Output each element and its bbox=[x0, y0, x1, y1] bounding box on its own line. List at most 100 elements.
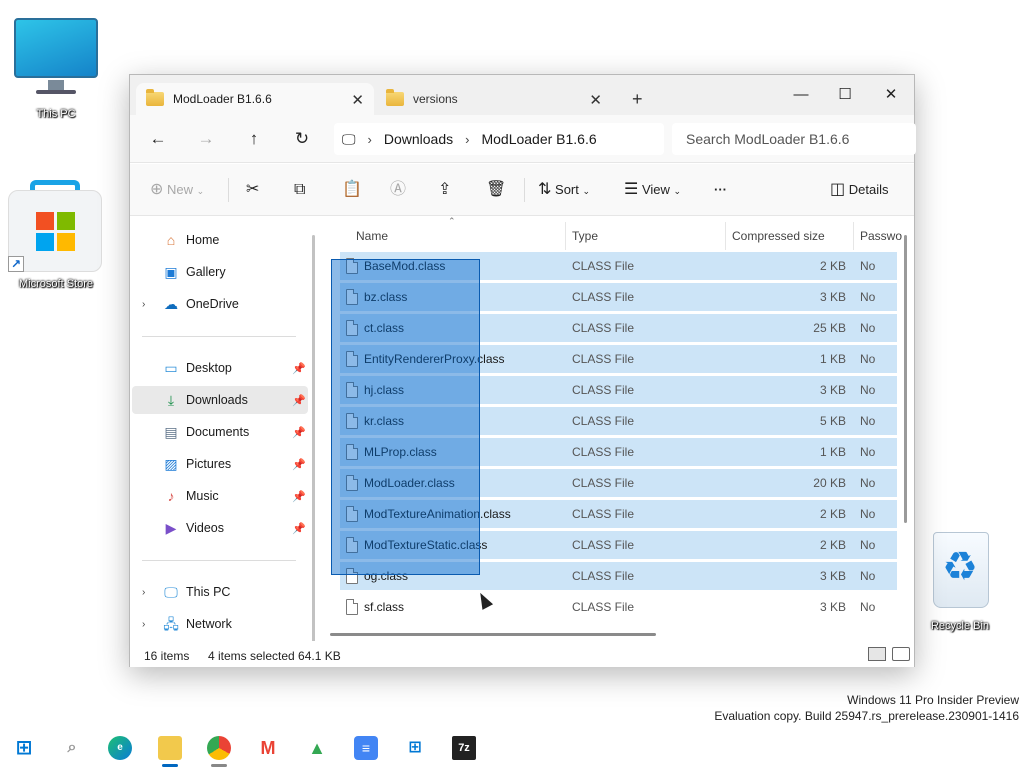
column-header-compressed-size[interactable]: Compressed size bbox=[732, 222, 825, 250]
search-icon[interactable]: ⌕ bbox=[60, 736, 84, 760]
file-explorer-icon[interactable] bbox=[158, 736, 182, 760]
store-icon[interactable]: ⊞ bbox=[403, 736, 427, 760]
item-count: 16 items bbox=[144, 649, 190, 663]
refresh-icon[interactable]: ↻ bbox=[288, 127, 316, 151]
new-button[interactable]: ⊕ New ⌄ bbox=[150, 178, 204, 202]
sidebar-item-music[interactable]: ♪ Music 📌 bbox=[132, 482, 308, 510]
sort-button[interactable]: ⇅ Sort ⌄ bbox=[538, 178, 590, 202]
address-bar: ← → ↑ ↻ 🖵 › Downloads › ModLoader B1.6.6… bbox=[130, 115, 916, 163]
horizontal-scrollbar[interactable] bbox=[330, 633, 656, 636]
tab-versions[interactable]: versions ✕ bbox=[376, 83, 612, 115]
desktop-icon-label: Recycle Bin bbox=[930, 620, 990, 632]
close-button[interactable]: ✕ bbox=[868, 81, 914, 109]
copy-icon[interactable]: ⧉ bbox=[294, 178, 305, 202]
details-pane-icon: ◫ bbox=[830, 181, 846, 198]
pin-icon: 📌 bbox=[292, 522, 306, 535]
breadcrumb-item-downloads[interactable]: Downloads bbox=[384, 131, 453, 147]
breadcrumb-item-current[interactable]: ModLoader B1.6.6 bbox=[481, 131, 596, 147]
sidebar-item-desktop[interactable]: ▭ Desktop 📌 bbox=[132, 354, 308, 382]
column-divider[interactable] bbox=[725, 222, 726, 250]
column-divider[interactable] bbox=[565, 222, 566, 250]
watermark-line-2: Evaluation copy. Build 25947.rs_prerelea… bbox=[714, 709, 1019, 723]
close-tab-icon[interactable]: ✕ bbox=[351, 91, 364, 109]
new-tab-button[interactable]: + bbox=[632, 89, 643, 110]
command-bar: ⊕ New ⌄ ✂ ⧉ 📋 Ⓐ ⇪ 🗑 ⇅ Sort ⌄ ☰ View ⌄ ··… bbox=[130, 164, 914, 216]
download-icon: ⤓ bbox=[167, 392, 175, 408]
chevron-right-icon[interactable]: › bbox=[142, 587, 145, 598]
file-row[interactable]: sf.class CLASS File 3 KB No bbox=[340, 593, 897, 621]
column-header-password[interactable]: Passwo bbox=[860, 222, 902, 250]
paste-icon[interactable]: 📋 bbox=[342, 178, 362, 202]
close-tab-icon[interactable]: ✕ bbox=[589, 91, 602, 109]
view-button[interactable]: ☰ View ⌄ bbox=[624, 178, 681, 202]
tab-label: versions bbox=[413, 92, 458, 106]
navigation-pane: ⌂ Home ▣ Gallery › ☁ OneDrive ▭ Desktop … bbox=[130, 216, 318, 637]
nav-scrollbar[interactable] bbox=[312, 235, 315, 643]
desktop-icon-label: This PC bbox=[36, 108, 76, 120]
sidebar-item-pictures[interactable]: ▨ Pictures 📌 bbox=[132, 450, 308, 478]
minimize-button[interactable]: — bbox=[778, 81, 824, 109]
maximize-button[interactable]: ☐ bbox=[822, 81, 868, 109]
desktop-icon: ▭ bbox=[164, 360, 178, 376]
rename-icon[interactable]: Ⓐ bbox=[390, 178, 406, 202]
share-icon[interactable]: ⇪ bbox=[438, 178, 451, 202]
tiles-view-icon[interactable] bbox=[892, 647, 910, 661]
vertical-scrollbar[interactable] bbox=[904, 235, 907, 523]
7zip-icon[interactable]: 7z bbox=[452, 736, 476, 760]
desktop-icon-recycle-bin[interactable]: ♻ bbox=[925, 522, 995, 610]
pin-icon: 📌 bbox=[292, 458, 306, 471]
drive-icon[interactable]: ▲ bbox=[305, 736, 329, 760]
sidebar-item-documents[interactable]: ▤ Documents 📌 bbox=[132, 418, 308, 446]
column-header-name[interactable]: Name bbox=[356, 222, 388, 250]
file-icon bbox=[346, 599, 358, 615]
title-bar: ModLoader B1.6.6 ✕ versions ✕ + — ☐ ✕ bbox=[130, 75, 914, 115]
chevron-right-icon[interactable]: › bbox=[368, 132, 372, 147]
sidebar-item-gallery[interactable]: ▣ Gallery bbox=[132, 258, 308, 286]
gallery-icon: ▣ bbox=[164, 264, 178, 280]
search-input[interactable]: Search ModLoader B1.6.6 bbox=[672, 123, 916, 155]
desktop-icon-label: Microsoft Store bbox=[19, 278, 93, 290]
chevron-right-icon[interactable]: › bbox=[142, 619, 145, 630]
home-icon: ⌂ bbox=[166, 232, 176, 248]
tab-modloader[interactable]: ModLoader B1.6.6 ✕ bbox=[136, 83, 374, 115]
sidebar-item-network[interactable]: › 🖧 Network bbox=[132, 610, 308, 638]
more-options-button[interactable]: ··· bbox=[714, 178, 727, 202]
edge-icon[interactable]: e bbox=[108, 736, 132, 760]
active-app-indicator bbox=[162, 764, 178, 767]
details-view-icon[interactable] bbox=[868, 647, 886, 661]
chevron-right-icon[interactable]: › bbox=[465, 132, 469, 147]
toolbar-divider bbox=[228, 178, 229, 202]
cut-icon[interactable]: ✂ bbox=[246, 178, 259, 202]
chevron-down-icon: ⌄ bbox=[582, 186, 591, 196]
details-button[interactable]: ◫ Details bbox=[830, 178, 889, 202]
pin-icon: 📌 bbox=[292, 394, 306, 407]
column-header-type[interactable]: Type bbox=[572, 222, 598, 250]
breadcrumb[interactable]: 🖵 › Downloads › ModLoader B1.6.6 bbox=[334, 123, 664, 155]
sidebar-item-videos[interactable]: ▶ Videos 📌 bbox=[132, 514, 308, 542]
document-icon: ▤ bbox=[164, 424, 178, 440]
monitor-base bbox=[36, 90, 76, 94]
sidebar-item-onedrive[interactable]: › ☁ OneDrive bbox=[132, 290, 308, 318]
delete-icon[interactable]: 🗑 bbox=[486, 178, 506, 202]
nav-divider bbox=[142, 560, 296, 561]
forward-icon[interactable]: → bbox=[192, 127, 220, 151]
chevron-right-icon[interactable]: › bbox=[142, 299, 145, 310]
sidebar-item-this-pc[interactable]: › 🖵 This PC bbox=[132, 578, 308, 606]
sidebar-item-downloads[interactable]: ⤓ Downloads 📌 bbox=[132, 386, 308, 414]
taskbar: ⊞ ⌕ e M ▲ ≡ ⊞ 7z bbox=[0, 728, 1024, 768]
tab-label: ModLoader B1.6.6 bbox=[173, 92, 272, 106]
chrome-icon[interactable] bbox=[207, 736, 231, 760]
docs-icon[interactable]: ≡ bbox=[354, 736, 378, 760]
pc-icon: 🖵 bbox=[164, 584, 178, 600]
store-tile-blue bbox=[36, 233, 54, 251]
sidebar-item-home[interactable]: ⌂ Home bbox=[132, 226, 308, 254]
cloud-icon: ☁ bbox=[164, 296, 178, 312]
back-icon[interactable]: ← bbox=[144, 127, 172, 151]
start-icon[interactable]: ⊞ bbox=[12, 736, 36, 760]
chevron-down-icon: ⌄ bbox=[673, 186, 682, 196]
sort-ascending-icon: ⌃ bbox=[448, 216, 456, 226]
gmail-icon[interactable]: M bbox=[256, 736, 280, 760]
videos-icon: ▶ bbox=[165, 520, 177, 536]
column-divider[interactable] bbox=[853, 222, 854, 250]
up-icon[interactable]: ↑ bbox=[240, 127, 268, 151]
